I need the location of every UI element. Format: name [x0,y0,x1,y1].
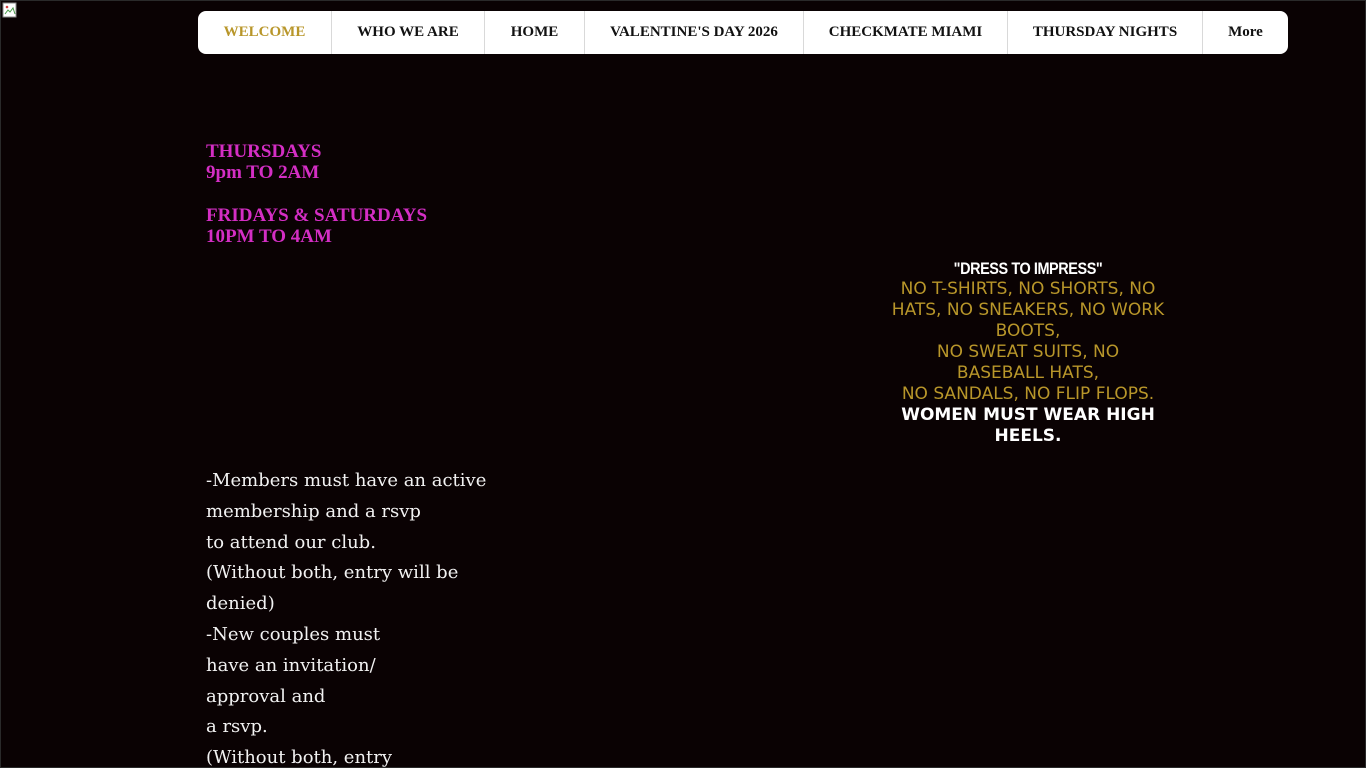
dress-code-line: BOOTS, [995,321,1061,341]
main-navigation: WELCOME WHO WE ARE HOME VALENTINE'S DAY … [198,11,1288,54]
rules-line: (Without both, entry will be [206,562,459,584]
rules-line: approval and [206,685,326,707]
dress-code-women-line: WOMEN MUST WEAR HIGH [901,405,1155,425]
rules-line: -New couples must [206,623,381,645]
broken-image-icon [2,2,17,18]
dress-code-women-line: HEELS. [994,426,1062,446]
dress-code-line: NO SANDALS, NO FLIP FLOPS. [901,384,1155,404]
dress-code-line: BASEBALL HATS, [956,363,1100,383]
nav-item-welcome[interactable]: WELCOME [198,11,332,54]
nav-item-more[interactable]: More [1203,11,1288,54]
rules-line: have an invitation/ [206,654,376,676]
thursday-label: THURSDAYS [206,141,322,162]
dress-code-title: "DRESS TO IMPRESS" [953,259,1103,278]
thursday-hours: THURSDAYS 9pm TO 2AM [206,141,321,183]
nav-item-thursday-nights[interactable]: THURSDAY NIGHTS [1008,11,1203,54]
dress-code: "DRESS TO IMPRESS" NO T-SHIRTS, NO SHORT… [868,258,1188,447]
rules-line: denied) [206,593,275,615]
weekend-time: 10PM TO 4AM [206,226,332,247]
dress-code-line: HATS, NO SNEAKERS, NO WORK [891,300,1165,320]
weekend-label: FRIDAYS & SATURDAYS [206,205,428,226]
rules-line: -Members must have an active [206,470,487,491]
dress-code-line: NO SWEAT SUITS, NO [936,342,1120,362]
weekend-hours: FRIDAYS & SATURDAYS 10PM TO 4AM [206,205,427,247]
nav-item-checkmate-miami[interactable]: CHECKMATE MIAMI [804,11,1008,54]
entry-rules: -Members must have an active membership … [206,466,506,768]
nav-item-who-we-are[interactable]: WHO WE ARE [332,11,485,54]
rules-line: membership and a rsvp [206,500,421,522]
nav-item-home[interactable]: HOME [485,11,585,54]
rules-line: a rsvp. [206,716,268,738]
dress-code-line: NO T-SHIRTS, NO SHORTS, NO [900,279,1156,299]
rules-line: to attend our club. [206,531,376,553]
rules-line: (Without both, entry [206,747,393,768]
page: WELCOME WHO WE ARE HOME VALENTINE'S DAY … [0,0,1366,768]
nav-item-valentines-day-2026[interactable]: VALENTINE'S DAY 2026 [585,11,804,54]
thursday-time: 9pm TO 2AM [206,162,320,183]
